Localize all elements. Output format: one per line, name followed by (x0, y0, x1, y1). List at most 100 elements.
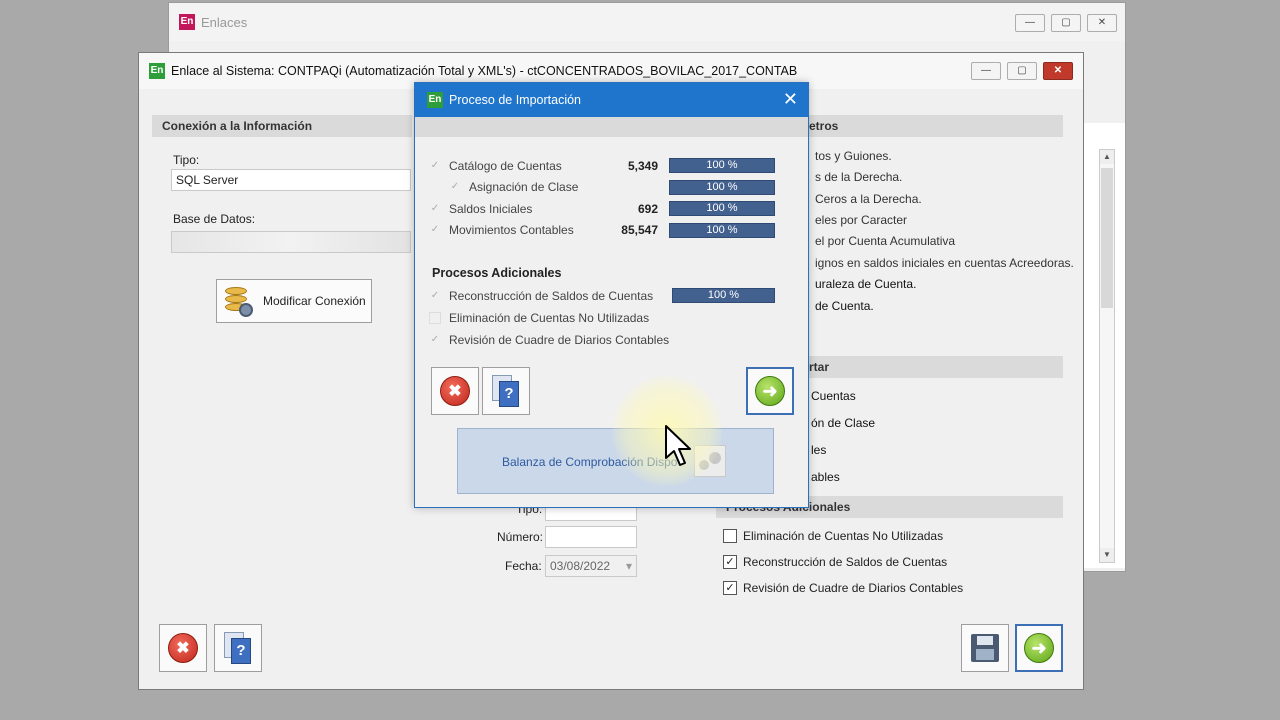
minimize-button[interactable]: — (1015, 14, 1045, 32)
close-button[interactable]: ✕ (1087, 14, 1117, 32)
gears-icon (694, 445, 726, 477)
additional-process-row: ✓ Reconstrucción de Saldos de Cuentas (429, 287, 653, 305)
additional-option-row[interactable]: Eliminación de Cuentas No Utilizadas (723, 529, 943, 543)
check-icon: ✓ (450, 181, 460, 192)
option-label: Eliminación de Cuentas No Utilizadas (743, 529, 944, 543)
checkbox-icon (429, 312, 441, 324)
status-info-box: Balanza de Comprobación Dispo (457, 428, 774, 494)
mouse-cursor-icon (665, 425, 691, 466)
back-window-title: Enlaces (201, 15, 248, 30)
param-line: uraleza de Cuenta. (815, 277, 917, 291)
app-logo-icon: En (427, 92, 443, 108)
date-value: 03/08/2022 (550, 559, 611, 573)
maximize-button[interactable]: ▢ (1051, 14, 1081, 32)
dialog-header-band (415, 117, 808, 137)
database-gear-icon (223, 285, 253, 317)
import-section-header: rtar (799, 356, 1063, 378)
parameters-section-header: etros (799, 115, 1063, 137)
connection-section-header: Conexión a la Información (152, 115, 412, 137)
policy-numero-label: Número: (497, 530, 544, 544)
checkbox[interactable]: ✓ (723, 555, 737, 569)
check-icon: ✓ (430, 160, 440, 171)
back-window-titlebar: En Enlaces — ▢ ✕ (169, 3, 1125, 41)
progress-bar: 100 % (669, 223, 775, 238)
param-line: s de la Derecha. (815, 170, 903, 184)
option-label: Reconstrucción de Saldos de Cuentas (743, 555, 948, 569)
help-icon: ? (224, 632, 252, 664)
maximize-button[interactable]: ▢ (1007, 62, 1037, 80)
import-process-dialog: En Proceso de Importación ✕ ✓ Catálogo d… (414, 82, 809, 508)
cancel-button[interactable]: ✖ (159, 624, 207, 672)
param-line: eles por Caracter (815, 213, 908, 227)
minimize-button[interactable]: — (971, 62, 1001, 80)
database-label: Base de Datos: (173, 212, 256, 226)
chevron-down-icon[interactable]: ▾ (626, 559, 632, 573)
import-line: ón de Clase (811, 416, 876, 430)
additional-process-row: ✓ Revisión de Cuadre de Diarios Contable… (429, 331, 669, 349)
dialog-title: Proceso de Importación (449, 93, 582, 107)
param-line: Ceros a la Derecha. (815, 192, 922, 206)
check-icon: ✓ (430, 290, 440, 301)
scroll-up-icon[interactable]: ▲ (1100, 150, 1114, 164)
database-field[interactable] (171, 231, 411, 253)
check-icon: ✓ (430, 224, 440, 235)
policy-date-picker[interactable]: 03/08/2022 ▾ (545, 555, 637, 577)
progress-bar: 100 % (669, 158, 775, 173)
process-count: 5,349 (627, 159, 658, 173)
process-label: Asignación de Clase (469, 180, 579, 194)
progress-bar: 100 % (669, 201, 775, 216)
help-icon: ? (492, 375, 520, 407)
import-line: les (811, 443, 827, 457)
scroll-down-icon[interactable]: ▼ (1100, 548, 1114, 562)
progress-bar: 100 % (669, 180, 775, 195)
vertical-scrollbar[interactable]: ▲ ▼ (1099, 149, 1115, 563)
process-label: Catálogo de Cuentas (449, 159, 562, 173)
param-line: tos y Guiones. (815, 149, 892, 163)
help-button[interactable]: ? (214, 624, 262, 672)
status-text: Balanza de Comprobación Dispo (502, 455, 678, 469)
close-button[interactable]: ✕ (1043, 62, 1073, 80)
modify-connection-label: Modificar Conexión (263, 294, 366, 308)
modify-connection-button[interactable]: Modificar Conexión (216, 279, 372, 323)
process-label: Reconstrucción de Saldos de Cuentas (449, 289, 654, 303)
additional-option-row[interactable]: ✓ Revisión de Cuadre de Diarios Contable… (723, 581, 963, 595)
checkbox[interactable]: ✓ (723, 581, 737, 595)
tipo-label: Tipo: (173, 153, 200, 167)
close-icon[interactable]: ✕ (783, 89, 798, 110)
progress-bar: 100 % (672, 288, 775, 303)
policy-numero-field[interactable] (545, 526, 637, 548)
param-line: ignos en saldos iniciales en cuentas Acr… (815, 256, 1074, 270)
check-icon: ✓ (430, 203, 440, 214)
import-line: ables (811, 470, 840, 484)
additional-processes-header: Procesos Adicionales (432, 266, 562, 280)
main-window-title: Enlace al Sistema: CONTPAQi (Automatizac… (171, 64, 798, 78)
dialog-help-button[interactable]: ? (482, 367, 530, 415)
cancel-icon: ✖ (168, 633, 198, 663)
arrow-right-icon: ➜ (755, 376, 785, 406)
additional-option-row[interactable]: ✓ Reconstrucción de Saldos de Cuentas (723, 555, 947, 569)
import-line: Cuentas (811, 389, 856, 403)
scroll-thumb[interactable] (1101, 168, 1113, 308)
app-logo-icon: En (179, 14, 195, 30)
process-count: 85,547 (621, 223, 658, 237)
param-line: el por Cuenta Acumulativa (815, 234, 956, 248)
checkbox[interactable] (723, 529, 737, 543)
process-label: Movimientos Contables (449, 223, 574, 237)
process-label: Eliminación de Cuentas No Utilizadas (449, 311, 650, 325)
dialog-cancel-button[interactable]: ✖ (431, 367, 479, 415)
param-line: de Cuenta. (815, 299, 874, 313)
dialog-next-button[interactable]: ➜ (746, 367, 794, 415)
tipo-field[interactable]: SQL Server (171, 169, 411, 191)
policy-fecha-label: Fecha: (505, 559, 542, 573)
dialog-titlebar: En Proceso de Importación ✕ (415, 83, 808, 117)
process-button[interactable]: ➜ (1015, 624, 1063, 672)
arrow-right-icon: ➜ (1024, 633, 1054, 663)
save-icon (971, 634, 999, 662)
save-button[interactable] (961, 624, 1009, 672)
cancel-icon: ✖ (440, 376, 470, 406)
app-logo-icon: En (149, 63, 165, 79)
additional-process-row: Eliminación de Cuentas No Utilizadas (429, 309, 649, 327)
check-icon: ✓ (430, 334, 440, 345)
process-label: Saldos Iniciales (449, 202, 533, 216)
process-label: Revisión de Cuadre de Diarios Contables (449, 333, 670, 347)
